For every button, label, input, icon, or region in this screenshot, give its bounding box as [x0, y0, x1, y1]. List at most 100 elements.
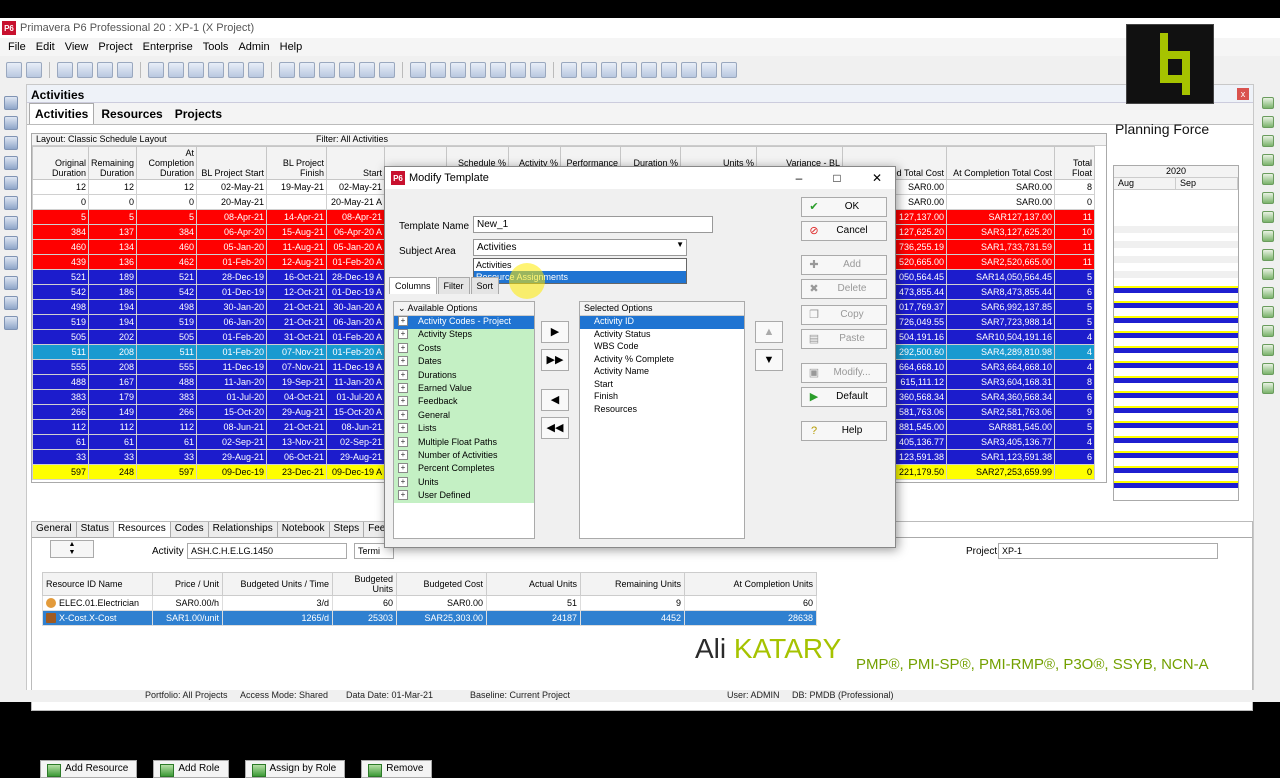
- details-icon[interactable]: [681, 62, 697, 78]
- tab-sort[interactable]: Sort: [470, 277, 500, 294]
- group-sort-icon[interactable]: [359, 62, 375, 78]
- available-option[interactable]: Lists: [394, 423, 534, 437]
- column-header[interactable]: At Completion Total Cost: [946, 146, 1056, 180]
- col-resource-id[interactable]: Resource ID Name: [42, 572, 153, 596]
- schedule-icon[interactable]: [410, 62, 426, 78]
- tab-general[interactable]: General: [32, 522, 77, 537]
- dropdown-option-resource-assignments[interactable]: Resource Assignments: [474, 271, 686, 283]
- move-all-right-button[interactable]: ▶▶: [541, 349, 569, 371]
- tab-columns[interactable]: Columns: [389, 277, 437, 294]
- cut-icon[interactable]: [1262, 135, 1274, 147]
- delete-icon[interactable]: [1262, 116, 1274, 128]
- selected-option[interactable]: Activity ID: [580, 316, 744, 329]
- add-resource-button[interactable]: Add Resource: [40, 760, 138, 778]
- gantt-bar[interactable]: [1114, 286, 1238, 293]
- column-options-icon[interactable]: [279, 62, 295, 78]
- selected-option[interactable]: Finish: [580, 391, 744, 404]
- paste-icon[interactable]: [1262, 173, 1274, 185]
- col-at-completion-units[interactable]: At Completion Units: [684, 572, 817, 596]
- move-right-button[interactable]: ▶: [541, 321, 569, 343]
- selected-option[interactable]: Activity Status: [580, 329, 744, 342]
- column-header[interactable]: Remaining Duration: [87, 146, 138, 180]
- print-icon[interactable]: [6, 62, 22, 78]
- column-header[interactable]: Original Duration: [32, 146, 89, 180]
- gantt-bar[interactable]: [1114, 316, 1238, 323]
- available-option[interactable]: User Defined: [394, 490, 534, 504]
- move-all-left-button[interactable]: ◀◀: [541, 417, 569, 439]
- gantt-bar[interactable]: [1114, 451, 1238, 458]
- table-row[interactable]: X-Cost.X-Cost SAR1.00/unit 1265/d 25303 …: [42, 610, 817, 626]
- layout-label[interactable]: Layout: Classic Schedule Layout: [32, 134, 312, 145]
- expand-icon[interactable]: ⌄: [398, 303, 408, 313]
- tab-relationships[interactable]: Relationships: [208, 522, 278, 537]
- ok-button[interactable]: ✔ OK: [801, 197, 887, 217]
- spreadsheet-icon[interactable]: [228, 62, 244, 78]
- gantt-bar[interactable]: [1114, 256, 1238, 263]
- move-down-button[interactable]: ▼: [755, 349, 783, 371]
- gantt-bar[interactable]: [1114, 481, 1238, 488]
- menu-enterprise[interactable]: Enterprise: [143, 41, 193, 53]
- col-budgeted-cost[interactable]: Budgeted Cost: [396, 572, 487, 596]
- menu-project[interactable]: Project: [98, 41, 132, 53]
- column-header[interactable]: Total Float: [1054, 146, 1096, 180]
- cancel-button[interactable]: ⊘ Cancel: [801, 221, 887, 241]
- scroll-icon[interactable]: [168, 62, 184, 78]
- tab-filter[interactable]: Filter: [437, 277, 470, 294]
- column-header[interactable]: At Completion Duration: [136, 146, 198, 180]
- move-down-icon[interactable]: [1262, 344, 1274, 356]
- modify-button[interactable]: ▣ Modify...: [801, 363, 887, 383]
- assign-predecessor-icon[interactable]: [1262, 249, 1274, 261]
- add-icon[interactable]: [1262, 97, 1274, 109]
- zoom-icon[interactable]: [148, 62, 164, 78]
- gantt-bar[interactable]: [1114, 346, 1238, 353]
- available-option[interactable]: Units: [394, 476, 534, 491]
- copy-button[interactable]: ❐ Copy: [801, 305, 887, 325]
- available-option[interactable]: Activity Steps: [394, 329, 534, 343]
- gantt-bar[interactable]: [1114, 421, 1238, 428]
- available-option[interactable]: General: [394, 409, 534, 424]
- zoom-in-icon[interactable]: [561, 62, 577, 78]
- default-button[interactable]: ▶ Default: [801, 387, 887, 407]
- apply-actuals-icon[interactable]: [450, 62, 466, 78]
- selected-option[interactable]: Activity Name: [580, 366, 744, 379]
- tab-activities[interactable]: Activities: [29, 103, 95, 124]
- table-icon[interactable]: [319, 62, 335, 78]
- available-option[interactable]: Earned Value: [394, 382, 534, 397]
- available-option[interactable]: Multiple Float Paths: [394, 436, 534, 450]
- expenses-icon[interactable]: [4, 316, 18, 330]
- filter-label[interactable]: Filter: All Activities: [312, 134, 388, 145]
- available-option[interactable]: Number of Activities: [394, 449, 534, 464]
- risks-icon[interactable]: [4, 276, 18, 290]
- outdent-icon[interactable]: [1262, 382, 1274, 394]
- selected-option[interactable]: Activity % Complete: [580, 354, 744, 367]
- print-setup-icon[interactable]: [26, 62, 42, 78]
- tab-projects[interactable]: Projects: [170, 104, 227, 124]
- close-icon[interactable]: ✕: [869, 171, 885, 185]
- activity-id-field[interactable]: ASH.C.H.E.LG.1450: [187, 543, 347, 559]
- gantt-bar[interactable]: [1114, 466, 1238, 473]
- tab-resources[interactable]: Resources: [96, 104, 167, 124]
- tab-steps[interactable]: Steps: [329, 522, 365, 537]
- tracking-icon[interactable]: [701, 62, 717, 78]
- expand-icon[interactable]: [601, 62, 617, 78]
- column-header[interactable]: BL Project Start: [196, 146, 268, 180]
- subject-area-select[interactable]: Activities ▼: [473, 239, 687, 256]
- paste-button[interactable]: ▤ Paste: [801, 329, 887, 349]
- available-option[interactable]: Activity Codes - Project: [394, 316, 534, 330]
- available-option[interactable]: Dates: [394, 356, 534, 370]
- gantt-bar[interactable]: [1114, 271, 1238, 278]
- assign-role-icon[interactable]: [1262, 211, 1274, 223]
- menu-admin[interactable]: Admin: [238, 41, 269, 53]
- network-icon[interactable]: [248, 62, 264, 78]
- menu-edit[interactable]: Edit: [36, 41, 55, 53]
- remove-button[interactable]: Remove: [361, 760, 433, 778]
- notebook-icon[interactable]: [1262, 306, 1274, 318]
- copy-icon[interactable]: [1262, 154, 1274, 166]
- maximize-icon[interactable]: □: [829, 171, 845, 185]
- col-remaining-units[interactable]: Remaining Units: [580, 572, 685, 596]
- col-budgeted-units[interactable]: Budgeted Units: [332, 572, 397, 596]
- columns-icon[interactable]: [57, 62, 73, 78]
- column-header[interactable]: Start: [326, 146, 386, 180]
- home-icon[interactable]: [4, 96, 18, 110]
- zoom-out-icon[interactable]: [581, 62, 597, 78]
